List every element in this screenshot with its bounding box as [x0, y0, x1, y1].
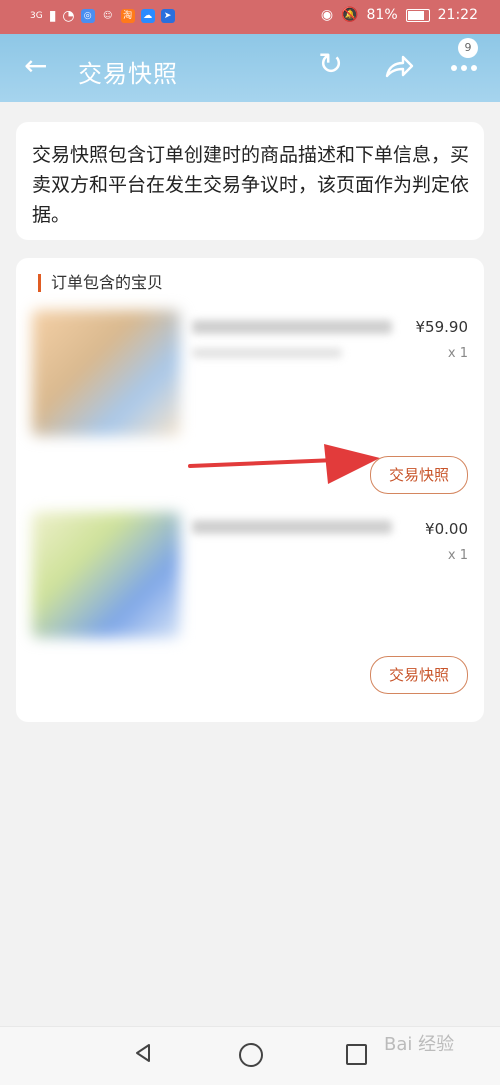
notification-badge: 9: [458, 38, 478, 58]
red-arrow-annotation: [188, 444, 380, 484]
snapshot-info-text: 交易快照包含订单创建时的商品描述和下单信息，买卖双方和平台在发生交易争议时，该页…: [32, 144, 470, 226]
wifi-icon: ◔: [62, 8, 75, 24]
product-thumbnail[interactable]: [32, 310, 180, 436]
back-arrow-icon[interactable]: ←: [24, 52, 47, 80]
product-qty: x 1: [447, 346, 468, 361]
snapshot-button[interactable]: 交易快照: [370, 456, 468, 494]
network-label: 3G: [30, 11, 43, 21]
status-bar: 3G ▮ ◔ ◎ ☺ 淘 ☁ ➤ ◉ 🔕 81% 21:22: [0, 0, 500, 34]
mute-icon: 🔕: [341, 7, 359, 23]
status-right: ◉ 🔕 81% 21:22: [321, 7, 478, 23]
more-dots-icon[interactable]: [450, 54, 478, 80]
page-title: 交易快照: [78, 60, 178, 88]
clock: 21:22: [437, 7, 478, 23]
product-spec-blurred: [192, 348, 342, 358]
baidu-watermark: Bai 经验: [384, 1034, 455, 1055]
qq-icon: ☺: [102, 11, 113, 21]
product-title-blurred: [192, 520, 392, 534]
eye-icon: ◉: [320, 7, 334, 23]
signal-icon: ▮: [48, 8, 57, 24]
nav-back-icon[interactable]: [133, 1043, 153, 1063]
send-icon: ➤: [160, 9, 175, 23]
cloud-icon: ☁: [140, 9, 155, 23]
nav-home-icon[interactable]: [239, 1043, 263, 1067]
app-header: ← 交易快照 ↻ 9: [0, 34, 500, 102]
app-icon: ◎: [80, 9, 95, 23]
product-title-blurred: [192, 320, 392, 334]
battery-percent: 81%: [366, 7, 398, 23]
product-price: ¥0.00: [425, 520, 468, 538]
nav-recent-icon[interactable]: [346, 1044, 367, 1065]
taobao-icon: 淘: [120, 9, 135, 23]
product-price: ¥59.90: [415, 318, 469, 336]
snapshot-info-card: 交易快照包含订单创建时的商品描述和下单信息，买卖双方和平台在发生交易争议时，该页…: [16, 122, 484, 240]
product-thumbnail[interactable]: [32, 512, 180, 638]
section-title: 订单包含的宝贝: [38, 274, 163, 292]
product-qty: x 1: [447, 548, 468, 563]
order-items-card: 订单包含的宝贝 ¥59.90 x 1 交易快照 ¥0.00 x 1 交易快照: [16, 258, 484, 722]
snapshot-button[interactable]: 交易快照: [370, 656, 468, 694]
battery-icon: [405, 8, 430, 22]
status-left: 3G ▮ ◔ ◎ ☺ 淘 ☁ ➤: [30, 8, 175, 24]
refresh-icon[interactable]: ↻: [318, 50, 343, 80]
share-icon[interactable]: [384, 54, 414, 78]
